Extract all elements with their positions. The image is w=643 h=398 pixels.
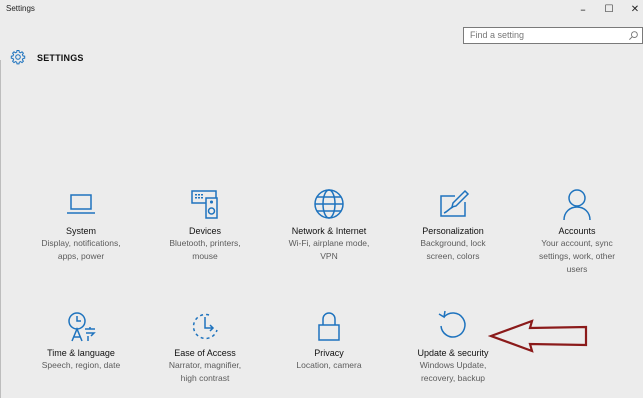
- tile-devices[interactable]: Devices Bluetooth, printers, mouse: [143, 186, 267, 262]
- tile-desc: Display, notifications,: [41, 238, 121, 248]
- search-box[interactable]: [463, 27, 643, 44]
- tile-desc: Location, camera: [296, 360, 362, 370]
- gear-icon: [10, 50, 26, 65]
- minimize-button[interactable]: –: [572, 2, 594, 18]
- tile-privacy[interactable]: Privacy Location, camera: [267, 308, 391, 371]
- tile-desc: Speech, region, date: [41, 360, 121, 370]
- lock-icon: [318, 312, 340, 341]
- tile-label: Personalization: [422, 226, 484, 236]
- tile-desc: recovery, backup: [420, 373, 486, 383]
- tile-desc: mouse: [192, 251, 218, 261]
- tile-label: Devices: [188, 226, 221, 236]
- search-icon[interactable]: [628, 30, 639, 41]
- paint-icon: [440, 189, 470, 217]
- tile-desc: high contrast: [180, 373, 230, 383]
- tile-desc: Background, lock: [420, 238, 486, 248]
- tile-time-language[interactable]: Time & language Speech, region, date: [19, 308, 143, 371]
- tile-system[interactable]: System Display, notifications, apps, pow…: [19, 186, 143, 262]
- tile-label: Ease of Access: [174, 348, 236, 358]
- update-icon: [438, 310, 466, 338]
- tile-ease-of-access[interactable]: Ease of Access Narrator, magnifier, high…: [143, 308, 267, 384]
- tile-desc: screen, colors: [426, 251, 480, 261]
- tile-label: Accounts: [558, 226, 596, 236]
- tile-desc: settings, work, other: [538, 251, 616, 261]
- window-title: Settings: [6, 4, 35, 13]
- tile-label: System: [65, 226, 96, 236]
- tile-label: Time & language: [47, 348, 115, 358]
- tile-label: Network & Internet: [291, 226, 367, 236]
- tile-desc: apps, power: [57, 251, 105, 261]
- tile-desc: Narrator, magnifier,: [168, 360, 242, 370]
- page-title: SETTINGS: [37, 53, 84, 63]
- annotation-arrow-icon: [488, 319, 588, 353]
- globe-icon: [314, 189, 344, 219]
- tile-label: Privacy: [314, 348, 344, 358]
- tile-desc: Bluetooth, printers,: [169, 238, 241, 248]
- laptop-icon: [67, 194, 95, 214]
- search-input[interactable]: [470, 30, 620, 40]
- tile-accounts[interactable]: Accounts Your account, sync settings, wo…: [515, 186, 639, 275]
- tile-desc: users: [566, 264, 588, 274]
- tile-network[interactable]: Network & Internet Wi-Fi, airplane mode,…: [267, 186, 391, 262]
- devices-icon: [191, 190, 218, 219]
- maximize-button[interactable]: ☐: [598, 2, 620, 18]
- ease-of-access-icon: [192, 313, 218, 340]
- title-bar: Settings – ☐ ✕: [0, 0, 643, 22]
- tile-desc: VPN: [320, 251, 338, 261]
- person-icon: [563, 189, 591, 221]
- close-button[interactable]: ✕: [624, 2, 643, 18]
- window-left-border: [0, 60, 1, 398]
- tile-desc: Wi-Fi, airplane mode,: [288, 238, 370, 248]
- tile-desc: Windows Update,: [419, 360, 487, 370]
- tile-desc: Your account, sync: [541, 238, 613, 248]
- tile-personalization[interactable]: Personalization Background, lock screen,…: [391, 186, 515, 262]
- language-icon: [68, 312, 96, 342]
